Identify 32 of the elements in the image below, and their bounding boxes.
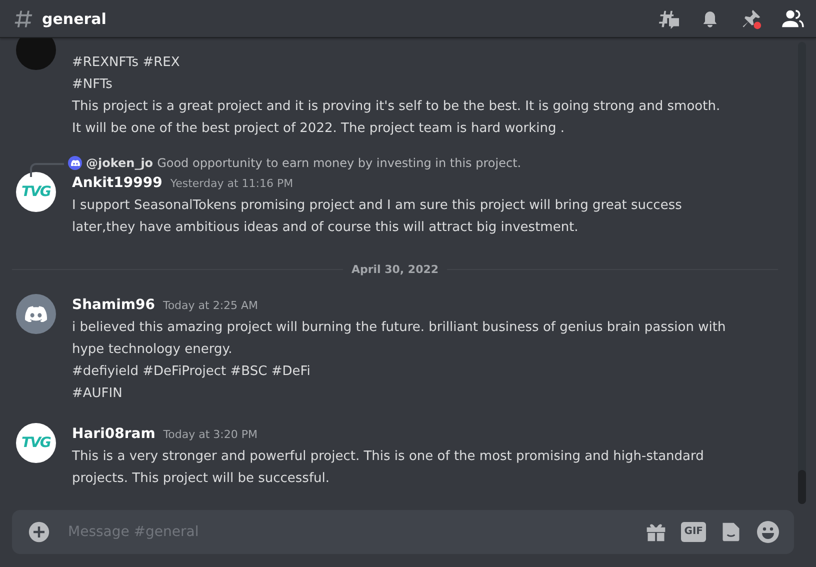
threads-icon[interactable] (658, 8, 680, 28)
reply-avatar-icon (68, 156, 82, 170)
members-icon[interactable] (782, 8, 804, 28)
message-text: It will be one of the best project of 2022. The project team is hard working . (72, 120, 566, 138)
reply-author[interactable]: @joken_jo (86, 156, 154, 170)
message-text: #AUFIN (72, 385, 124, 403)
timestamp: Today at 3:20 PM (163, 427, 258, 443)
default-avatar[interactable] (16, 294, 56, 334)
reply-preview[interactable]: Good opportunity to earn money by investing in this project. (157, 156, 522, 170)
username[interactable]: Hari08ram (72, 423, 156, 445)
pin-icon[interactable] (740, 8, 762, 30)
message-text: i believed this amazing project will burning the future. brilliant business of genius brain passion with (72, 319, 726, 337)
message-text: This project is a great project and it is proving it's self to be the best. It is going strong and smooth. (72, 98, 720, 116)
message-text: #NFTs (72, 76, 114, 94)
sticker-icon[interactable] (720, 521, 742, 543)
scrollbar[interactable] (798, 42, 806, 504)
message-text: projects. This project will be successful. (72, 470, 330, 488)
gif-button[interactable]: GIF (681, 522, 706, 542)
username[interactable]: Shamim96 (72, 294, 155, 316)
username[interactable]: Ankit19999 (72, 172, 162, 194)
date-divider: April 30, 2022 (351, 263, 439, 276)
message-text: #defiyield #DeFiProject #BSC #DeFi (72, 363, 312, 381)
message-text: #REXNFTs #REX (72, 54, 181, 72)
emoji-icon[interactable] (756, 520, 780, 544)
timestamp: Yesterday at 11:16 PM (170, 176, 294, 192)
timestamp: Today at 2:25 AM (162, 298, 258, 314)
message-text: hype technology energy. (72, 341, 234, 359)
message-text: later,they have ambitious ideas and of course this will attract big investment. (72, 219, 580, 237)
add-icon[interactable] (28, 521, 50, 543)
message-text: I support SeasonalTokens promising project and I am sure this project will bring great success (72, 197, 682, 215)
message-text: This is a very stronger and powerful project. This is one of the most promising and high-standard (72, 448, 704, 466)
channel-name: general (42, 10, 106, 28)
